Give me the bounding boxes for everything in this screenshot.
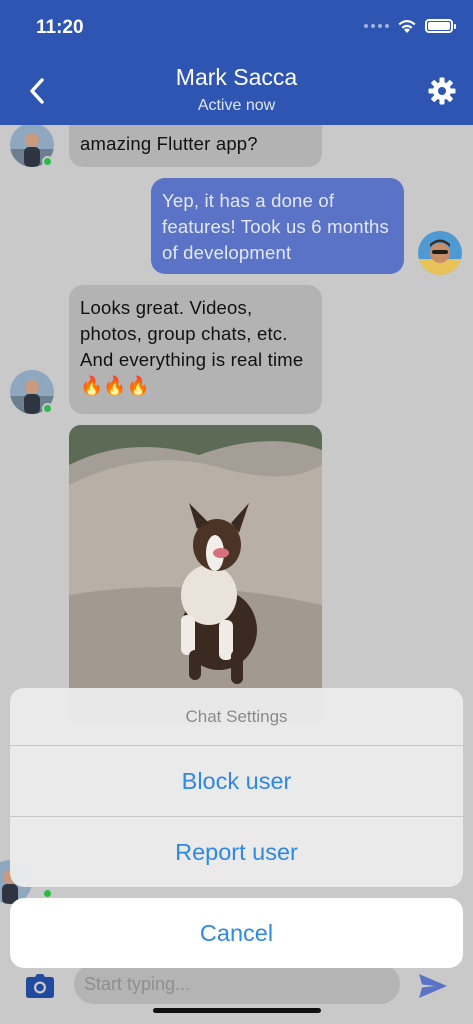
chat-header: 11:20 Mark Sacca Active now <box>0 0 473 125</box>
report-user-button[interactable]: Report user <box>10 817 463 887</box>
online-status-dot <box>42 403 53 414</box>
settings-button[interactable] <box>427 76 457 106</box>
action-sheet-title: Chat Settings <box>10 688 463 746</box>
avatar-self[interactable] <box>418 231 462 275</box>
cancel-button[interactable]: Cancel <box>10 898 463 968</box>
message-image[interactable] <box>69 425 322 725</box>
action-sheet: Chat Settings Block user Report user <box>10 688 463 887</box>
block-user-button[interactable]: Block user <box>10 746 463 817</box>
message-text: Looks great. Videos, photos, group chats… <box>80 297 304 396</box>
wifi-icon <box>398 20 416 33</box>
camera-icon[interactable] <box>26 974 54 998</box>
message-text: Yep, it has a done of features! Took us … <box>162 190 389 263</box>
cellular-signal-icon <box>364 24 389 28</box>
status-time: 11:20 <box>36 17 84 38</box>
contact-name: Mark Sacca <box>175 64 298 90</box>
message-bubble-incoming[interactable]: Looks great. Videos, photos, group chats… <box>69 285 322 414</box>
presence-status: Active now <box>197 97 276 114</box>
message-bubble-outgoing[interactable]: Yep, it has a done of features! Took us … <box>151 178 404 274</box>
gear-icon <box>428 77 456 105</box>
online-status-dot <box>42 156 53 167</box>
send-icon[interactable] <box>419 974 447 998</box>
battery-icon <box>425 19 456 33</box>
message-input[interactable] <box>74 964 400 1004</box>
home-indicator <box>153 1008 321 1013</box>
status-bar: 11:20 <box>0 0 473 54</box>
message-text: amazing Flutter app? <box>80 133 258 154</box>
